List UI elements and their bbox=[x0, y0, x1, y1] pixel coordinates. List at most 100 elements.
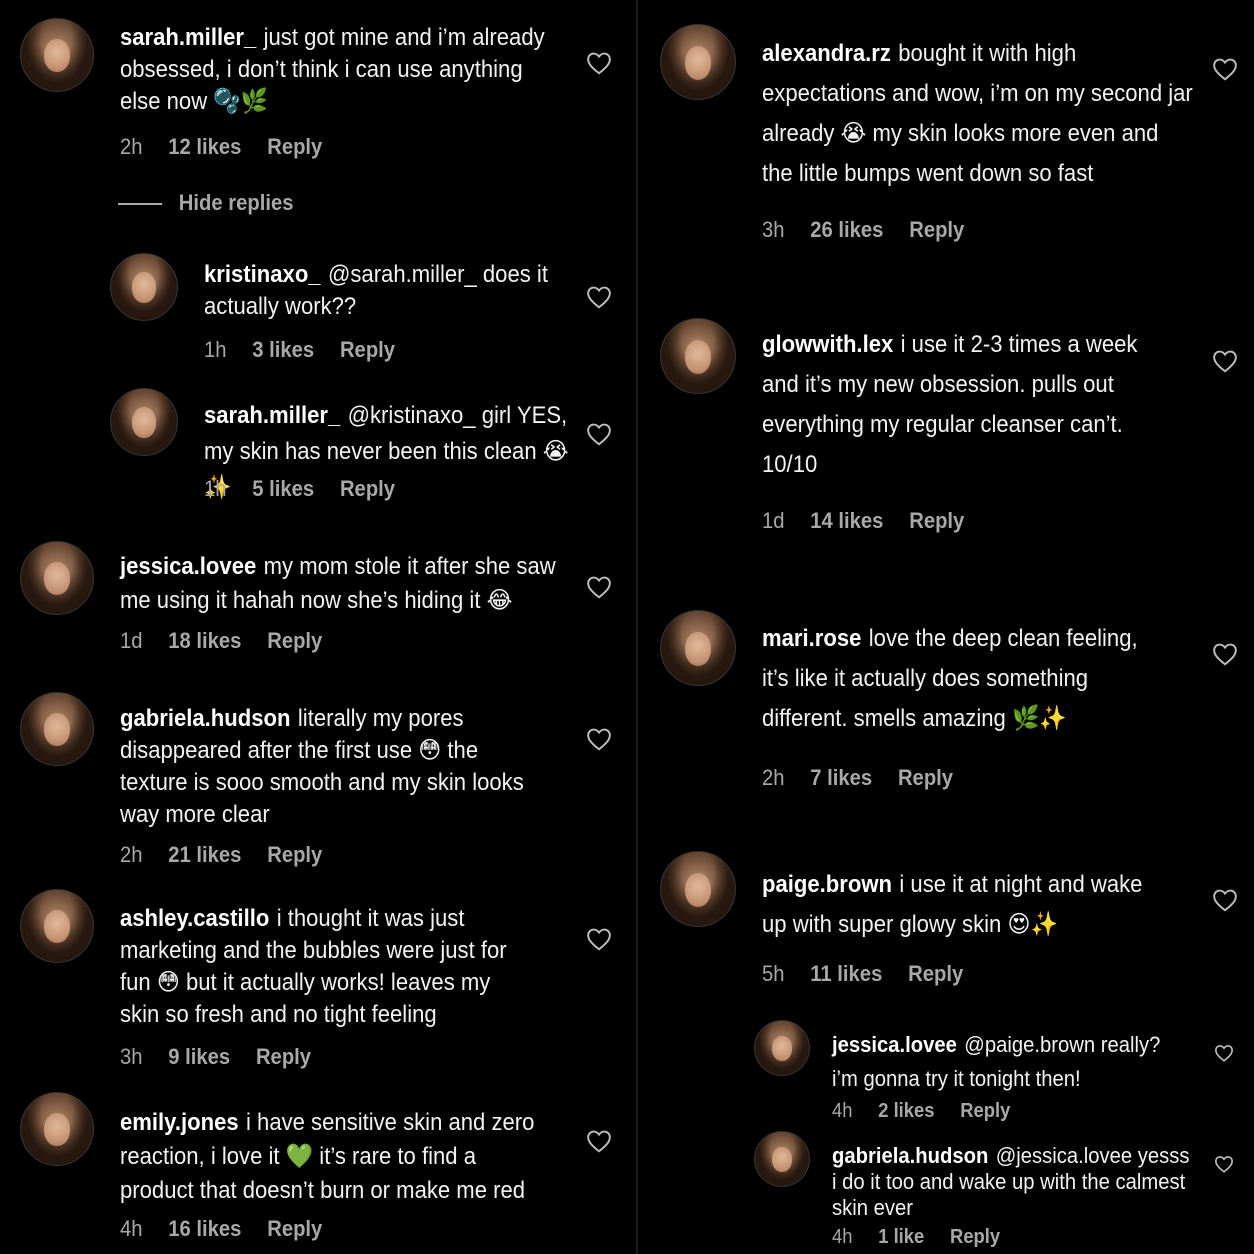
timestamp: 1h bbox=[204, 476, 227, 501]
avatar[interactable] bbox=[110, 253, 178, 321]
username[interactable]: emily.jones bbox=[120, 1109, 239, 1136]
heart-icon[interactable] bbox=[586, 285, 612, 309]
likes-count[interactable]: 18 likes bbox=[168, 628, 241, 653]
comment-meta: 2h 12 likes Reply bbox=[120, 134, 348, 160]
username[interactable]: sarah.miller_ bbox=[204, 402, 340, 429]
avatar[interactable] bbox=[754, 1020, 810, 1076]
comment-meta: 4h 16 likes Reply bbox=[120, 1216, 348, 1242]
reply-button[interactable]: Reply bbox=[960, 1100, 1010, 1122]
heart-icon[interactable] bbox=[1212, 349, 1238, 373]
username[interactable]: sarah.miller_ bbox=[120, 24, 256, 51]
reply-button[interactable]: Reply bbox=[340, 476, 395, 501]
left-comment-column: sarah.miller_ just got mine and i’m alrea… bbox=[0, 0, 636, 1254]
username[interactable]: kristinaxo_ bbox=[204, 261, 321, 288]
comment-meta: 1d 18 likes Reply bbox=[120, 628, 348, 654]
likes-count[interactable]: 2 likes bbox=[878, 1100, 934, 1122]
timestamp: 1d bbox=[120, 628, 143, 653]
reply-button[interactable]: Reply bbox=[340, 337, 395, 362]
avatar[interactable] bbox=[660, 610, 736, 686]
likes-count[interactable]: 26 likes bbox=[810, 217, 883, 242]
heart-icon[interactable] bbox=[586, 1129, 612, 1153]
timestamp: 4h bbox=[832, 1100, 853, 1122]
heart-icon[interactable] bbox=[586, 727, 612, 751]
heart-icon[interactable] bbox=[1212, 888, 1238, 912]
comment-meta: 1h 5 likes Reply bbox=[204, 476, 421, 502]
username[interactable]: gabriela.hudson bbox=[832, 1143, 988, 1168]
reply-button[interactable]: Reply bbox=[256, 1044, 311, 1069]
avatar[interactable] bbox=[660, 24, 736, 100]
likes-count[interactable]: 14 likes bbox=[810, 508, 883, 533]
likes-count[interactable]: 12 likes bbox=[168, 134, 241, 159]
comment-body: sarah.miller_ just got mine and i’m alrea… bbox=[120, 22, 552, 118]
avatar[interactable] bbox=[20, 692, 94, 766]
likes-count[interactable]: 9 likes bbox=[168, 1044, 230, 1069]
hide-replies-button[interactable]: Hide replies bbox=[118, 190, 293, 216]
reply-button[interactable]: Reply bbox=[909, 508, 964, 533]
avatar[interactable] bbox=[20, 18, 94, 92]
avatar[interactable] bbox=[20, 889, 94, 963]
timestamp: 2h bbox=[120, 842, 143, 867]
reply-button[interactable]: Reply bbox=[908, 961, 963, 986]
avatar[interactable] bbox=[20, 541, 94, 615]
comment-meta: 1d 14 likes Reply bbox=[762, 508, 990, 534]
comment-body: alexandra.rz bought it with high expectat… bbox=[762, 34, 1194, 194]
comment-body: paige.brown i use it at night and wake up… bbox=[762, 865, 1167, 945]
comment-meta: 4h 1 like Reply bbox=[832, 1226, 1026, 1249]
username[interactable]: gabriela.hudson bbox=[120, 705, 291, 732]
heart-icon[interactable] bbox=[1212, 642, 1238, 666]
comment-body: jessica.lovee my mom stole it after she s… bbox=[120, 550, 557, 618]
comment-meta: 2h 7 likes Reply bbox=[762, 765, 979, 791]
comment-meta: 4h 2 likes Reply bbox=[832, 1100, 1036, 1123]
heart-icon[interactable] bbox=[586, 422, 612, 446]
username[interactable]: mari.rose bbox=[762, 625, 861, 652]
comment-meta: 2h 21 likes Reply bbox=[120, 842, 348, 868]
comment-meta: 3h 26 likes Reply bbox=[762, 217, 990, 243]
likes-count[interactable]: 3 likes bbox=[252, 337, 314, 362]
heart-icon[interactable] bbox=[586, 575, 612, 599]
heart-icon[interactable] bbox=[586, 927, 612, 951]
username[interactable]: paige.brown bbox=[762, 871, 892, 898]
username[interactable]: jessica.lovee bbox=[120, 553, 256, 580]
column-divider bbox=[636, 0, 638, 1254]
timestamp: 1h bbox=[204, 337, 227, 362]
comment-body: gabriela.hudson literally my pores disapp… bbox=[120, 703, 525, 831]
avatar[interactable] bbox=[660, 318, 736, 394]
likes-count[interactable]: 21 likes bbox=[168, 842, 241, 867]
reply-button[interactable]: Reply bbox=[898, 765, 953, 790]
avatar[interactable] bbox=[110, 388, 178, 456]
heart-icon[interactable] bbox=[1212, 57, 1238, 81]
avatar[interactable] bbox=[754, 1131, 810, 1187]
reply-button[interactable]: Reply bbox=[267, 1216, 322, 1241]
likes-count[interactable]: 11 likes bbox=[810, 961, 882, 986]
likes-count[interactable]: 7 likes bbox=[810, 765, 872, 790]
heart-icon[interactable] bbox=[1214, 1155, 1234, 1173]
comment-body: jessica.lovee @paige.brown really? i’m go… bbox=[832, 1028, 1191, 1096]
username[interactable]: ashley.castillo bbox=[120, 905, 269, 932]
likes-count[interactable]: 1 like bbox=[878, 1226, 924, 1248]
comment-body: mari.rose love the deep clean feeling, it… bbox=[762, 619, 1167, 739]
comment-body: ashley.castillo i thought it was just mar… bbox=[120, 903, 516, 1031]
reply-button[interactable]: Reply bbox=[267, 842, 322, 867]
likes-count[interactable]: 16 likes bbox=[168, 1216, 241, 1241]
reply-button[interactable]: Reply bbox=[909, 217, 964, 242]
divider-line bbox=[118, 203, 163, 206]
avatar[interactable] bbox=[660, 851, 736, 927]
heart-icon[interactable] bbox=[1214, 1044, 1234, 1062]
likes-count[interactable]: 5 likes bbox=[252, 476, 314, 501]
right-comment-column: alexandra.rz bought it with high expectat… bbox=[640, 0, 1254, 1254]
timestamp: 4h bbox=[832, 1226, 853, 1248]
comment-meta: 3h 9 likes Reply bbox=[120, 1044, 337, 1070]
reply-button[interactable]: Reply bbox=[950, 1226, 1000, 1248]
reply-button[interactable]: Reply bbox=[267, 628, 322, 653]
timestamp: 5h bbox=[762, 961, 785, 986]
timestamp: 3h bbox=[762, 217, 785, 242]
username[interactable]: glowwith.lex bbox=[762, 331, 893, 358]
hide-replies-label: Hide replies bbox=[178, 190, 294, 215]
timestamp: 3h bbox=[120, 1044, 143, 1069]
username[interactable]: alexandra.rz bbox=[762, 40, 891, 67]
username[interactable]: jessica.lovee bbox=[832, 1032, 957, 1057]
heart-icon[interactable] bbox=[586, 51, 612, 75]
timestamp: 2h bbox=[762, 765, 785, 790]
reply-button[interactable]: Reply bbox=[267, 134, 322, 159]
avatar[interactable] bbox=[20, 1092, 94, 1166]
